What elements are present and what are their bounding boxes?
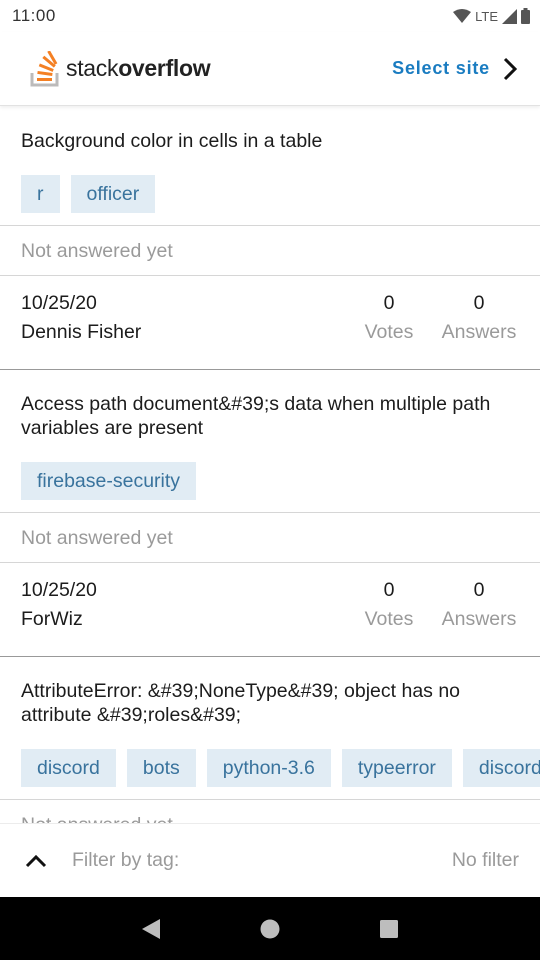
question-feed[interactable]: Background color in cells in a table r o…: [0, 107, 540, 823]
question-card[interactable]: Background color in cells in a table r o…: [0, 107, 540, 370]
answers-count: 0: [473, 579, 485, 601]
tag[interactable]: discord: [21, 749, 116, 787]
question-date: 10/25/20: [21, 292, 97, 314]
question-meta: 10/25/20 ForWiz 0 Votes 0 Answers: [0, 563, 540, 656]
question-title[interactable]: Access path document&#39;s data when mul…: [0, 370, 540, 440]
votes-label: Votes: [364, 321, 414, 343]
question-card[interactable]: AttributeError: &#39;NoneType&#39; objec…: [0, 657, 540, 823]
answers-count: 0: [473, 292, 485, 314]
tag-list: firebase-security: [0, 440, 540, 512]
status-bar: 11:00 LTE: [0, 0, 540, 32]
tag-list: r officer: [0, 153, 540, 225]
tag[interactable]: discord.py: [462, 749, 540, 787]
tag[interactable]: typeerror: [341, 749, 452, 787]
question-author: ForWiz: [21, 608, 83, 630]
question-title[interactable]: Background color in cells in a table: [0, 107, 540, 153]
select-site-button[interactable]: Select site: [392, 57, 518, 81]
stackoverflow-logo-icon: [30, 50, 59, 86]
home-icon[interactable]: [259, 918, 281, 940]
answer-status: Not answered yet: [0, 799, 540, 823]
back-icon[interactable]: [140, 918, 162, 940]
recents-icon[interactable]: [378, 918, 400, 940]
tag[interactable]: bots: [126, 749, 196, 787]
votes-count: 0: [383, 579, 395, 601]
tag[interactable]: officer: [70, 175, 156, 213]
question-date: 10/25/20: [21, 579, 97, 601]
filter-bar[interactable]: Filter by tag: No filter: [0, 823, 540, 897]
question-meta: 10/25/20 Dennis Fisher 0 Votes 0 Answers: [0, 276, 540, 369]
select-site-label: Select site: [392, 58, 490, 78]
answers-stat: 0 Answers: [439, 289, 519, 347]
tag-list: discord bots python-3.6 typeerror discor…: [0, 727, 540, 799]
tag[interactable]: r: [21, 175, 60, 213]
battery-icon: [521, 8, 530, 24]
logo-text-regular: stack: [66, 55, 119, 81]
answer-status: Not answered yet: [0, 225, 540, 276]
votes-stat: 0 Votes: [359, 289, 419, 347]
system-nav-bar: [0, 897, 540, 960]
tag[interactable]: firebase-security: [21, 462, 197, 500]
question-author: Dennis Fisher: [21, 321, 142, 343]
filter-value[interactable]: No filter: [452, 849, 519, 872]
app-bar: stackoverflow Select site: [0, 32, 540, 106]
chevron-up-icon[interactable]: [24, 853, 48, 869]
votes-count: 0: [383, 292, 395, 314]
answers-stat: 0 Answers: [439, 576, 519, 634]
wifi-icon: [453, 9, 472, 23]
status-icons: LTE: [453, 8, 530, 24]
chevron-right-icon: [503, 57, 518, 80]
status-time: 11:00: [12, 6, 56, 25]
question-card[interactable]: Access path document&#39;s data when mul…: [0, 370, 540, 657]
network-type: LTE: [475, 8, 498, 24]
votes-stat: 0 Votes: [359, 576, 419, 634]
filter-by-tag-label: Filter by tag:: [72, 849, 180, 871]
logo-text: stackoverflow: [66, 55, 211, 82]
answer-status: Not answered yet: [0, 512, 540, 563]
signal-icon: [502, 8, 517, 24]
logo-text-bold: overflow: [118, 55, 211, 81]
tag[interactable]: python-3.6: [206, 749, 331, 787]
stackoverflow-logo[interactable]: stackoverflow: [30, 50, 211, 87]
question-title[interactable]: AttributeError: &#39;NoneType&#39; objec…: [0, 657, 540, 727]
votes-label: Votes: [364, 608, 414, 630]
answers-label: Answers: [441, 608, 517, 630]
answers-label: Answers: [441, 321, 517, 343]
